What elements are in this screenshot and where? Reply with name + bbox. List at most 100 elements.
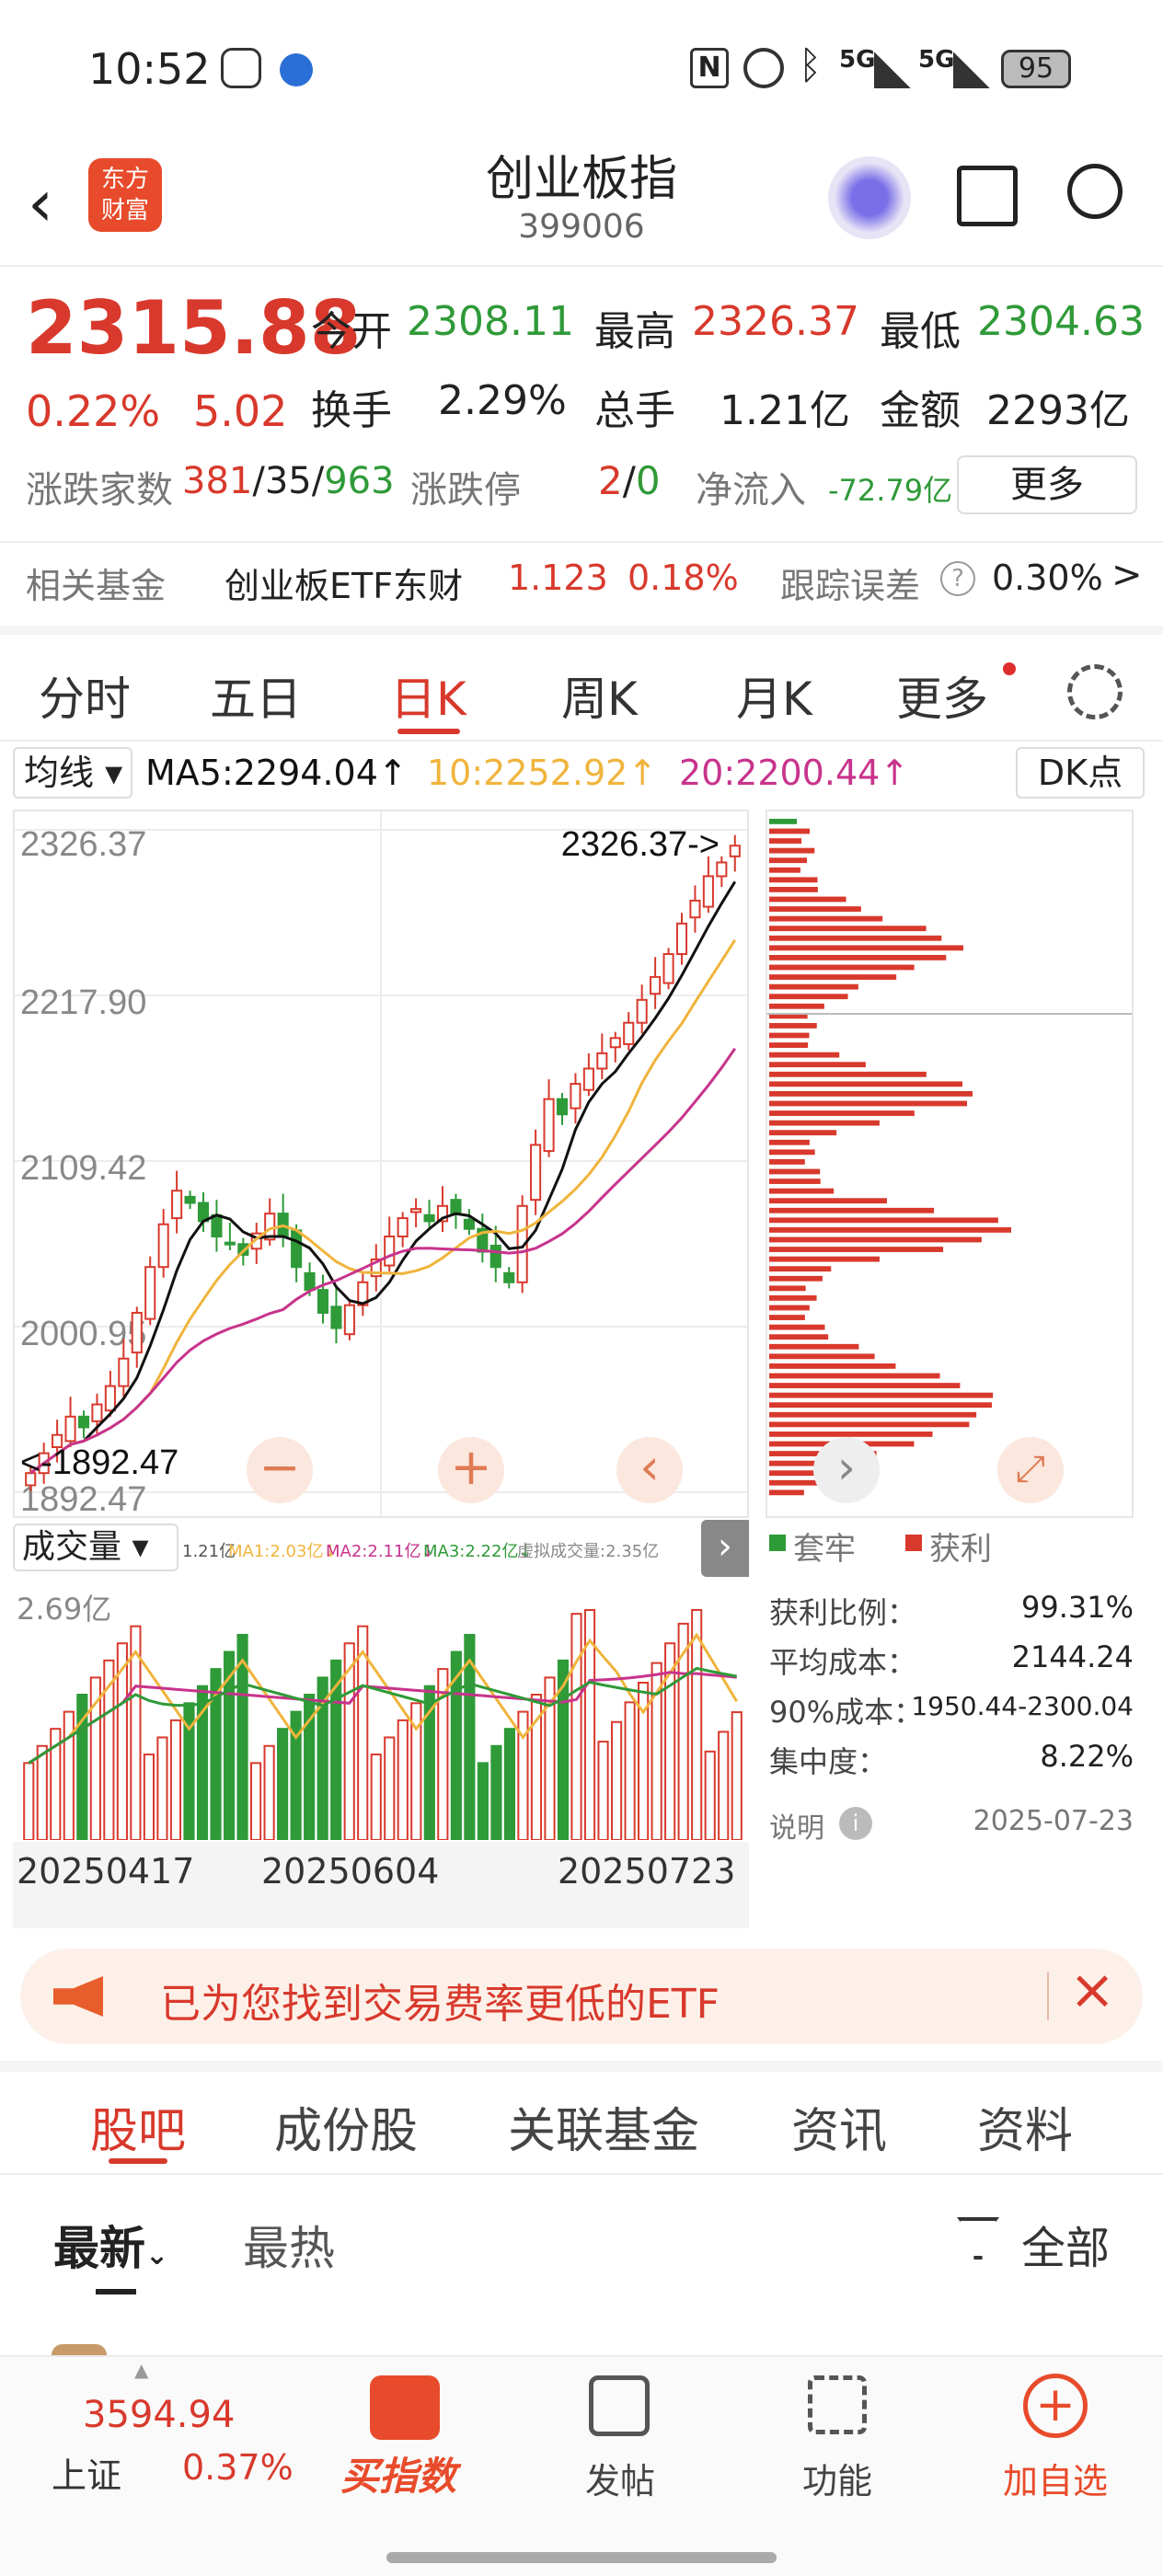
kline-chart[interactable]: 2326.37 2217.90 2109.42 2000.95 1892.47 2326.… [13, 810, 749, 1518]
tab-daily-k[interactable]: 日K [390, 662, 466, 729]
candle [623, 1021, 635, 1045]
post-sort-bar: 最新⌄ 最热 全部 [0, 2175, 1163, 2313]
search-icon[interactable] [1067, 164, 1123, 219]
functions-icon[interactable] [808, 2375, 867, 2434]
open-value: 2308.11 [407, 298, 574, 345]
scroll-left-button[interactable]: ‹ [616, 1437, 683, 1503]
tab-monthly-k[interactable]: 月K [736, 662, 812, 729]
volume-bar [397, 1719, 409, 1840]
sh-index-name[interactable]: 上证 [52, 2447, 121, 2498]
expand-panel-button[interactable]: › [701, 1520, 749, 1577]
volume-max: 2.69亿 [17, 1592, 112, 1627]
functions-label[interactable]: 功能 [802, 2453, 872, 2503]
candle [144, 1266, 156, 1320]
sh-index-price[interactable]: 3594.94 [83, 2394, 235, 2436]
cost-bar [769, 1042, 809, 1048]
zoom-out-button[interactable]: − [247, 1437, 313, 1503]
cost-bar [769, 1363, 896, 1369]
add-watch-icon[interactable]: + [1023, 2374, 1088, 2438]
tab-intraday[interactable]: 分时 [39, 662, 131, 729]
fullscreen-button[interactable]: ⤢ [997, 1437, 1064, 1503]
tab-constituents[interactable]: 成份股 [274, 2092, 418, 2161]
tab-more[interactable]: 更多 [896, 662, 988, 729]
date-axis: 20250417 20250604 20250723 [13, 1842, 749, 1928]
cost-bar [769, 877, 818, 883]
close-icon[interactable]: × [1069, 1958, 1115, 2022]
cost-bar [769, 1275, 823, 1282]
volume-selector[interactable]: 成交量 ▾ [13, 1524, 178, 1571]
indicator-selector[interactable]: 均线 ▾ [13, 747, 132, 799]
cost-bar [769, 1032, 810, 1039]
candle [330, 1305, 342, 1329]
status-time: 10:52 [88, 44, 211, 94]
cost-bar [769, 1247, 944, 1252]
cost-bar [769, 926, 927, 932]
expand-right-button[interactable]: › [813, 1437, 880, 1503]
note-label[interactable]: 说明 [769, 1805, 824, 1846]
post-label[interactable]: 发帖 [585, 2453, 655, 2503]
fund-label: 相关基金 [26, 566, 167, 606]
zoom-in-button[interactable]: + [438, 1437, 504, 1503]
volume-bar [704, 1750, 716, 1840]
post-icon[interactable] [589, 2375, 650, 2436]
candle [650, 975, 662, 995]
buy-index-label[interactable]: 买指数 [340, 2445, 456, 2501]
profit-ratio-value: 99.31% [1020, 1590, 1134, 1625]
turnover-label: 换手 [311, 387, 392, 434]
sort-latest[interactable]: 最新⌄ [53, 2212, 168, 2278]
info-icon[interactable]: i [839, 1807, 872, 1840]
cost-bar [769, 847, 815, 854]
bottom-toolbar: ▲ 3594.94 上证 0.37% 买指数 发帖 功能 + 加自选 [0, 2355, 1163, 2576]
cost-bar [769, 906, 861, 912]
cost-bar [769, 935, 942, 941]
concentration-value: 8.22% [1040, 1739, 1134, 1774]
banner-text[interactable]: 已为您找到交易费率更低的ETF [160, 1971, 720, 2030]
buy-index-icon[interactable] [370, 2375, 440, 2440]
assistant-avatar[interactable] [828, 156, 911, 239]
cost-bar [769, 1071, 927, 1077]
tab-five-day[interactable]: 五日 [210, 662, 302, 729]
section-gap [0, 2061, 1163, 2072]
volume-bar [503, 1728, 516, 1840]
cost-90-value: 1950.44-2300.04 [911, 1691, 1134, 1721]
cost-bar [769, 1285, 806, 1292]
cost-bar [769, 1139, 810, 1145]
tab-related-funds[interactable]: 关联基金 [508, 2092, 699, 2161]
cost-bar [769, 1236, 982, 1243]
more-button[interactable]: 更多 [957, 455, 1137, 514]
filter-icon[interactable] [957, 2217, 999, 2260]
tab-weekly-k[interactable]: 周K [561, 662, 638, 729]
limit-label: 涨跌停 [410, 469, 521, 512]
dk-toggle[interactable]: DK点 [1016, 747, 1145, 799]
cost-bar [769, 867, 800, 873]
cost-bar [769, 1149, 815, 1156]
tab-news[interactable]: 资讯 [791, 2092, 887, 2161]
sh-index-pct[interactable]: 0.37% [182, 2447, 294, 2488]
cost-bar [769, 887, 818, 892]
ma10-label: 10:2252.92↑ [427, 753, 658, 793]
etf-banner[interactable]: 已为您找到交易费率更低的ETF × [20, 1949, 1143, 2044]
share-icon[interactable] [957, 166, 1018, 226]
filter-all[interactable]: 全部 [1021, 2212, 1110, 2276]
vol-ma2: MA2:2.11亿↓ [326, 1542, 435, 1561]
fund-name[interactable]: 创业板ETF东财 [225, 558, 463, 608]
cost-bar [769, 1421, 970, 1428]
netflow-label: 净流入 [696, 469, 806, 512]
chevron-right-icon[interactable]: > [1111, 554, 1143, 596]
cost-bar [769, 1217, 998, 1224]
candle [157, 1223, 169, 1269]
volume-bar [277, 1728, 289, 1840]
candle [171, 1190, 183, 1220]
amount-label: 金额 [880, 387, 961, 434]
add-watch-label[interactable]: 加自选 [1003, 2453, 1108, 2503]
help-icon[interactable]: ? [940, 561, 975, 596]
signal-5g-icon-2: 5G [918, 46, 955, 74]
cost-bar [769, 1081, 963, 1087]
candle [729, 845, 741, 857]
sort-hot[interactable]: 最热 [243, 2212, 335, 2278]
gear-icon[interactable] [1067, 664, 1123, 719]
divider [0, 541, 1163, 543]
tab-profile[interactable]: 资料 [977, 2092, 1073, 2161]
tab-guba[interactable]: 股吧 [90, 2092, 186, 2161]
trap-swatch [769, 1535, 786, 1551]
